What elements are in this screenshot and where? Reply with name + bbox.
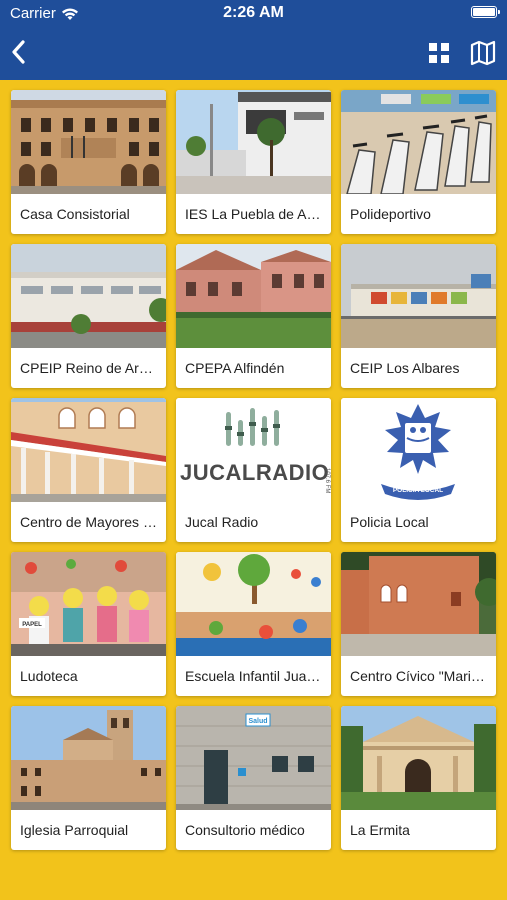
place-label: CPEPA Alfindén xyxy=(185,360,285,376)
grid-icon xyxy=(429,43,449,63)
place-label: Casa Consistorial xyxy=(20,206,130,222)
place-label: Ludoteca xyxy=(20,668,78,684)
place-label: Consultorio médico xyxy=(185,822,305,838)
place-photo xyxy=(11,90,166,194)
place-photo xyxy=(11,706,166,810)
place-card-consultorio[interactable]: Salud Consultorio médico xyxy=(176,706,331,850)
place-label: CPEIP Reino de Aragón xyxy=(20,360,166,376)
place-label: Centro de Mayores San José xyxy=(20,514,166,530)
place-card-ceip-albares[interactable]: CEIP Los Albares xyxy=(341,244,496,388)
place-card-ermita[interactable]: La Ermita xyxy=(341,706,496,850)
place-card-escuela-infantil[interactable]: Escuela Infantil Juan XXIII xyxy=(176,552,331,696)
place-card-casa-consistorial[interactable]: Casa Consistorial xyxy=(11,90,166,234)
grid-view-button[interactable] xyxy=(426,40,452,66)
police-badge-text: POLICIA LOCAL xyxy=(393,487,443,494)
place-label: Policia Local xyxy=(350,514,429,530)
clock: 2:26 AM xyxy=(223,4,284,21)
status-bar: Carrier 2:26 AM xyxy=(0,0,507,26)
place-card-centro-civico[interactable]: Centro Cívico "Mariano..." xyxy=(341,552,496,696)
place-card-ludoteca[interactable]: PAPEL Ludoteca xyxy=(11,552,166,696)
place-label: Iglesia Parroquial xyxy=(20,822,129,838)
place-card-iglesia[interactable]: Iglesia Parroquial xyxy=(11,706,166,850)
chevron-left-icon xyxy=(12,40,25,64)
place-card-ies[interactable]: IES La Puebla de Alfindén xyxy=(176,90,331,234)
radio-frequency-text: 107.6 FM xyxy=(324,468,330,493)
place-photo: PAPEL xyxy=(11,552,166,656)
place-photo xyxy=(341,706,496,810)
place-label: CEIP Los Albares xyxy=(350,360,460,376)
place-photo xyxy=(341,244,496,348)
ludoteca-sign-text: PAPEL xyxy=(22,622,42,628)
battery-icon xyxy=(471,6,500,18)
place-card-centro-mayores[interactable]: Centro de Mayores San José xyxy=(11,398,166,542)
place-card-polideportivo[interactable]: Polideportivo xyxy=(341,90,496,234)
place-label: La Ermita xyxy=(350,822,410,838)
back-button[interactable] xyxy=(6,36,34,68)
consultorio-sign-text: Salud xyxy=(248,718,267,725)
radio-logo-text: JUCALRADIO xyxy=(180,460,329,485)
map-icon xyxy=(470,40,496,66)
place-card-cpeip-reino[interactable]: CPEIP Reino de Aragón xyxy=(11,244,166,388)
place-photo xyxy=(11,398,166,502)
place-photo xyxy=(341,552,496,656)
place-photo xyxy=(11,244,166,348)
place-photo: POLICIA LOCAL xyxy=(341,398,496,502)
place-photo xyxy=(176,552,331,656)
place-photo: Salud xyxy=(176,706,331,810)
place-label: Jucal Radio xyxy=(185,514,259,530)
place-photo xyxy=(341,90,496,194)
place-photo xyxy=(176,244,331,348)
place-card-policia-local[interactable]: POLICIA LOCAL Policia Local xyxy=(341,398,496,542)
place-label: Polideportivo xyxy=(350,206,431,222)
place-label: Escuela Infantil Juan XXIII xyxy=(185,668,331,684)
place-card-jucal-radio[interactable]: JUCALRADIO 107.6 FM Jucal Radio xyxy=(176,398,331,542)
navigation-bar xyxy=(0,26,507,80)
place-photo: JUCALRADIO 107.6 FM xyxy=(176,398,331,502)
place-label: IES La Puebla de Alfindén xyxy=(185,206,331,222)
place-card-cpepa[interactable]: CPEPA Alfindén xyxy=(176,244,331,388)
place-label: Centro Cívico "Mariano..." xyxy=(350,668,496,684)
place-photo xyxy=(176,90,331,194)
content-area: Casa Consistorial IES La Puebla de Alfin… xyxy=(0,80,507,900)
places-grid: Casa Consistorial IES La Puebla de Alfin… xyxy=(11,90,496,850)
map-view-button[interactable] xyxy=(468,39,498,67)
